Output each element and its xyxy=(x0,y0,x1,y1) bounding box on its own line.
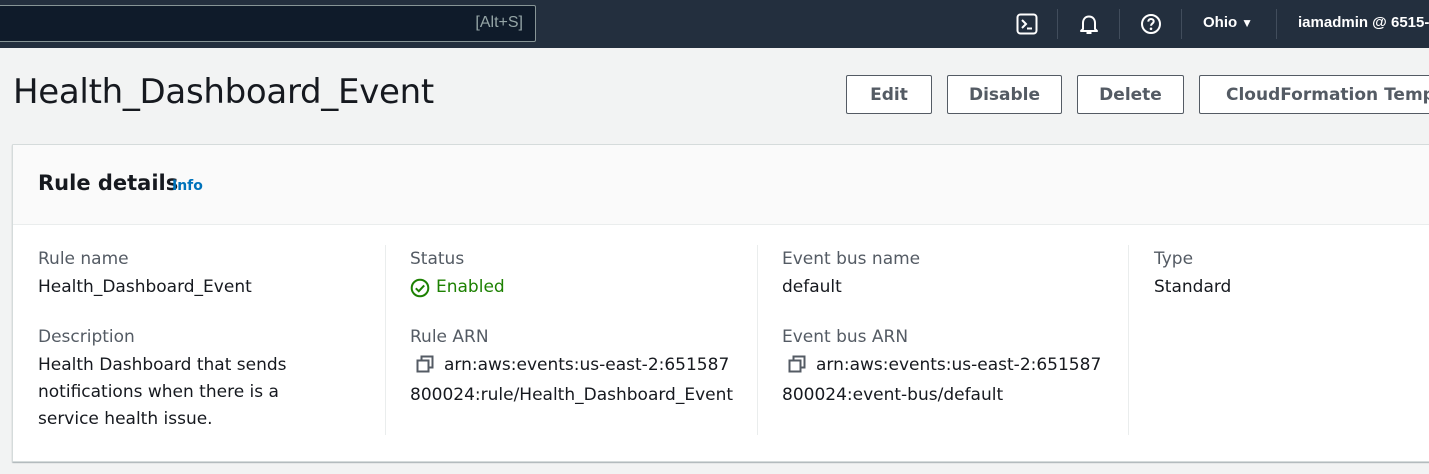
info-link[interactable]: Info xyxy=(172,178,203,194)
nav-separator xyxy=(1181,9,1182,39)
check-circle-icon xyxy=(410,278,430,297)
delete-button[interactable]: Delete xyxy=(1077,75,1184,114)
copy-icon[interactable] xyxy=(788,355,806,382)
event-bus-name-value: default xyxy=(782,277,842,297)
nav-separator xyxy=(1057,9,1058,39)
type-value: Standard xyxy=(1154,277,1232,297)
rule-name-value: Health_Dashboard_Event xyxy=(38,277,252,297)
status-label: Status xyxy=(410,249,465,269)
details-column-1: Rule name Health_Dashboard_Event Descrip… xyxy=(38,245,410,435)
top-navigation-bar: [Alt+S] Ohio ▼ iamadmin @ 6515- xyxy=(0,0,1429,48)
rule-arn-value: arn:aws:events:us-east-2:651587800024:ru… xyxy=(410,352,740,409)
details-column-4: Type Standard xyxy=(1154,245,1424,435)
cloudshell-icon[interactable] xyxy=(1015,12,1039,36)
event-bus-name-label: Event bus name xyxy=(782,249,921,269)
search-shortcut-hint: [Alt+S] xyxy=(475,14,523,31)
event-bus-arn-text: arn:aws:events:us-east-2:651587800024:ev… xyxy=(782,355,1102,405)
column-divider xyxy=(385,245,386,435)
rule-arn-label: Rule ARN xyxy=(410,327,489,347)
edit-button[interactable]: Edit xyxy=(846,75,932,114)
page-title: Health_Dashboard_Event xyxy=(13,72,434,112)
rule-name-label: Rule name xyxy=(38,249,129,269)
status-value: Enabled xyxy=(410,274,505,301)
panel-header: Rule details Info xyxy=(13,145,1429,225)
bell-icon[interactable] xyxy=(1077,12,1101,36)
account-menu[interactable]: iamadmin @ 6515- xyxy=(1298,14,1429,31)
cloudformation-template-button[interactable]: CloudFormation Template xyxy=(1199,75,1429,114)
details-column-3: Event bus name default Event bus ARN arn… xyxy=(782,245,1154,435)
region-selector[interactable]: Ohio ▼ xyxy=(1203,14,1253,31)
caret-down-icon: ▼ xyxy=(1241,16,1254,30)
disable-button[interactable]: Disable xyxy=(947,75,1062,114)
copy-icon[interactable] xyxy=(416,355,434,382)
nav-separator xyxy=(1119,9,1120,39)
description-value: Health Dashboard that sends notification… xyxy=(38,355,287,429)
panel-title: Rule details xyxy=(38,171,179,195)
type-label: Type xyxy=(1154,249,1194,269)
help-icon[interactable] xyxy=(1139,12,1163,36)
event-bus-arn-label: Event bus ARN xyxy=(782,327,909,347)
nav-separator xyxy=(1276,9,1277,39)
column-divider xyxy=(757,245,758,435)
search-input[interactable]: [Alt+S] xyxy=(0,5,536,42)
details-column-2: Status Enabled Rule ARN arn:aws:events:u… xyxy=(410,245,782,435)
column-divider xyxy=(1128,245,1129,435)
event-bus-arn-value: arn:aws:events:us-east-2:651587800024:ev… xyxy=(782,352,1112,409)
region-label: Ohio xyxy=(1203,14,1238,31)
rule-details-panel: Rule details Info Rule name Health_Dashb… xyxy=(12,144,1429,462)
description-label: Description xyxy=(38,327,135,347)
status-text: Enabled xyxy=(436,277,505,297)
rule-arn-text: arn:aws:events:us-east-2:651587800024:ru… xyxy=(410,355,734,405)
